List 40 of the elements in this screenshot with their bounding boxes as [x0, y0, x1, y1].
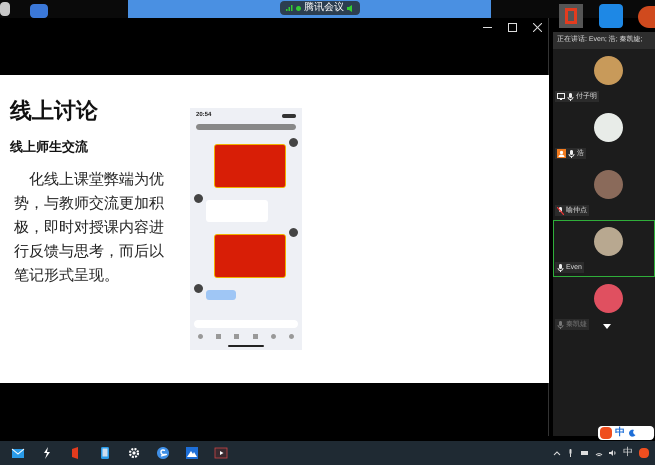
meeting-status-pill[interactable]: 腾讯会议: [280, 1, 360, 15]
maximize-icon[interactable]: [508, 23, 517, 32]
speaker-icon: [347, 4, 354, 12]
video-player-icon[interactable]: [214, 446, 228, 460]
ime-mode-label[interactable]: 中: [615, 428, 625, 438]
close-icon[interactable]: [533, 23, 542, 32]
avatar-icon: [289, 138, 298, 147]
recycle-bin-icon[interactable]: [0, 2, 10, 16]
speaker-icon[interactable]: [609, 449, 617, 457]
message-bubble: [214, 234, 286, 278]
s-logo-icon[interactable]: [156, 446, 170, 460]
settings-icon[interactable]: [127, 446, 141, 460]
avatar-icon: [289, 228, 298, 237]
mail-icon[interactable]: [11, 446, 25, 460]
document-icon[interactable]: [30, 4, 48, 18]
message-bubble: [206, 290, 236, 300]
moon-icon[interactable]: [628, 429, 636, 437]
slide-paragraph: 化线上课堂弊端为优势，与教师交流更加积极，即时对授课内容进行反馈与思考，而后以笔记形式呈现。: [14, 170, 165, 286]
phone-status-icons-icon: [282, 114, 296, 118]
scroll-down-icon[interactable]: [603, 324, 611, 329]
message-bubble: [214, 144, 286, 188]
wps-office-icon[interactable]: [599, 4, 623, 28]
input-language-indicator[interactable]: 中: [623, 448, 633, 458]
slide-subtitle: 线上师生交流: [10, 138, 89, 156]
screen-share-icon: [557, 93, 565, 100]
sogou-tray-icon[interactable]: [639, 448, 649, 458]
home-indicator: [228, 345, 264, 347]
sogou-logo-icon: [600, 427, 612, 439]
signal-icon: [286, 5, 293, 11]
avatar-icon: [194, 284, 203, 293]
person-icon: [557, 149, 566, 158]
chevron-up-icon[interactable]: [553, 449, 561, 457]
mountain-logo-icon[interactable]: [185, 446, 199, 460]
meeting-title: 腾讯会议: [304, 3, 344, 13]
input-method-bar[interactable]: 中: [598, 426, 654, 440]
avatar-icon: [194, 194, 203, 203]
presentation-app-icon[interactable]: [638, 6, 655, 28]
battery-icon[interactable]: [581, 449, 589, 457]
tablet-icon[interactable]: [98, 446, 112, 460]
slide-title: 线上讨论: [10, 97, 99, 124]
